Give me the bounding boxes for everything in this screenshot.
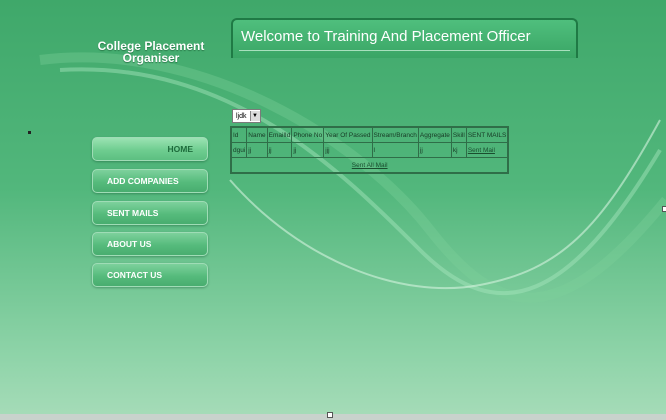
col-sent-mails: SENT MAILS [465, 126, 509, 143]
cell-aggregate: jj [417, 142, 452, 158]
nav-about-us[interactable]: ABOUT US [92, 232, 208, 256]
page-title: Welcome to Training And Placement Office… [241, 28, 531, 45]
brand-line-2: Organiser [122, 51, 180, 65]
filter-selected-value: ljdk [236, 112, 247, 120]
col-year-passed: Year Of Passed [323, 126, 373, 143]
nav-add-companies[interactable]: ADD COMPANIES [92, 169, 208, 193]
nav-sent-mails[interactable]: SENT MAILS [92, 201, 208, 225]
cell-year: jjj [323, 142, 373, 158]
resize-handle-right[interactable] [662, 206, 666, 212]
filter-select[interactable]: ljdk ▼ [232, 109, 261, 123]
table-footer-cell: Sent All Mail [230, 157, 509, 174]
about-us-button[interactable]: ABOUT US [92, 232, 208, 256]
sent-mails-button[interactable]: SENT MAILS [92, 201, 208, 225]
cell-sent-mail: Sent Mail [465, 142, 509, 158]
brand-title: College Placement Organiser [96, 40, 206, 64]
col-stream: Stream/Branch [371, 126, 419, 143]
resize-handle-bottom[interactable] [327, 412, 333, 418]
cell-email: jj [266, 142, 293, 158]
horizontal-scrollbar[interactable] [0, 414, 666, 420]
cell-name: jj [246, 142, 268, 158]
home-button[interactable]: HOME [92, 137, 208, 161]
nav-contact-us[interactable]: CONTACT US [92, 263, 208, 287]
col-email: EmailId [266, 126, 293, 143]
col-aggregate: Aggregate [417, 126, 452, 143]
cell-stream: l [371, 142, 419, 158]
table-footer-row: Sent All Mail [230, 157, 509, 174]
sent-mail-link[interactable]: Sent Mail [468, 147, 495, 154]
col-name: Name [246, 126, 268, 143]
col-id: Id [230, 126, 248, 143]
table-header-row: Id Name EmailId Phone No Year Of Passed … [230, 126, 509, 143]
header-divider [239, 50, 570, 51]
table-row: dgui jj jj jj jjj l jj kj Sent Mail [230, 142, 509, 158]
col-skill: Skill [450, 126, 467, 143]
cursor-dot [28, 131, 31, 134]
cell-phone: jj [291, 142, 325, 158]
nav-home[interactable]: HOME [92, 137, 208, 161]
col-phone: Phone No [291, 126, 325, 143]
cell-id: dgui [230, 142, 248, 158]
page-header: Welcome to Training And Placement Office… [231, 18, 578, 58]
students-table: Id Name EmailId Phone No Year Of Passed … [230, 126, 510, 174]
chevron-down-icon[interactable]: ▼ [249, 111, 260, 121]
sent-all-mail-link[interactable]: Sent All Mail [352, 162, 388, 169]
cell-skill: kj [450, 142, 467, 158]
contact-us-button[interactable]: CONTACT US [92, 263, 208, 287]
add-companies-button[interactable]: ADD COMPANIES [92, 169, 208, 193]
